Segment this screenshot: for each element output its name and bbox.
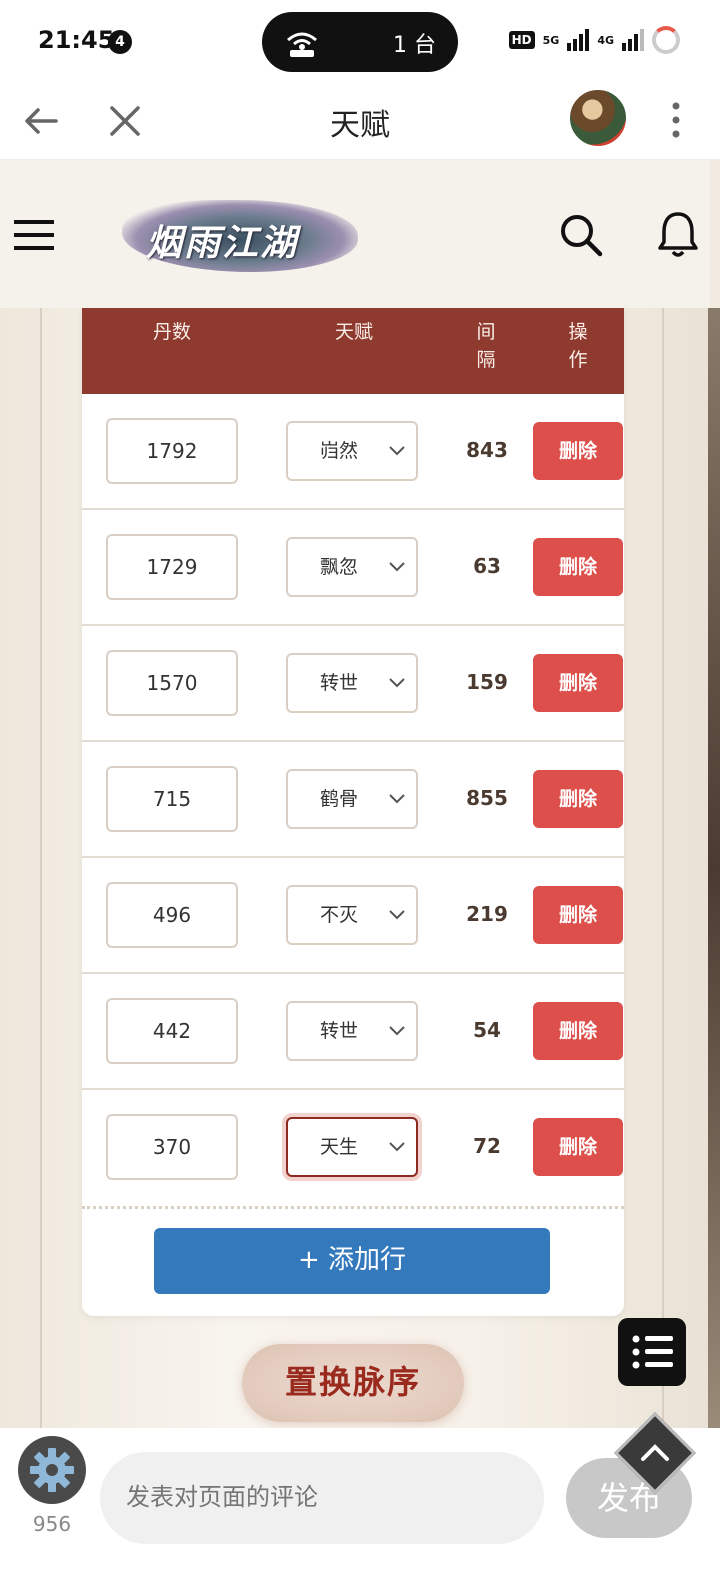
site-logo[interactable]: 烟雨江湖 bbox=[122, 200, 358, 272]
side-image-strip bbox=[708, 308, 720, 1428]
table-row: 1792 岿然 843 删除 bbox=[82, 394, 624, 510]
table-row: 370 天生 72 删除 bbox=[82, 1090, 624, 1206]
talent-select-focused[interactable]: 天生 bbox=[286, 1117, 418, 1177]
comment-bar: 956 发布 bbox=[0, 1411, 720, 1584]
chevron-up-icon bbox=[641, 1444, 669, 1461]
table-row: 715 鹤骨 855 删除 bbox=[82, 742, 624, 858]
talent-table: 丹数 天赋 间隔 操作 1792 岿然 843 删除 1729 飘忽 63 删除… bbox=[82, 308, 624, 1316]
menu-icon[interactable] bbox=[14, 218, 54, 252]
gap-value: 219 bbox=[466, 902, 508, 926]
talent-select[interactable]: 转世 bbox=[286, 1001, 418, 1061]
gear-icon bbox=[30, 1448, 74, 1492]
more-options-icon[interactable] bbox=[664, 98, 688, 142]
clock: 21:45 bbox=[38, 26, 115, 54]
system-indicators: HD 5G 4G bbox=[508, 26, 680, 54]
table-row: 442 转世 54 删除 bbox=[82, 974, 624, 1090]
logo-text: 烟雨江湖 bbox=[146, 222, 299, 264]
talent-select[interactable]: 岿然 bbox=[286, 421, 418, 481]
swap-pulse-order-button[interactable]: 置换脉序 bbox=[242, 1344, 464, 1422]
dan-input[interactable]: 370 bbox=[106, 1114, 238, 1180]
talent-select[interactable]: 飘忽 bbox=[286, 537, 418, 597]
divider bbox=[82, 1206, 624, 1209]
gap-value: 843 bbox=[466, 438, 508, 462]
device-count-label: 1 台 bbox=[393, 33, 436, 58]
gap-value: 159 bbox=[466, 670, 508, 694]
talent-select-value: 岿然 bbox=[320, 440, 359, 462]
app-header: 天赋 bbox=[0, 82, 720, 160]
comment-input[interactable] bbox=[100, 1452, 544, 1544]
chevron-down-icon bbox=[389, 1026, 405, 1036]
column-header-op: 操作 bbox=[568, 321, 588, 371]
avatar[interactable] bbox=[568, 88, 628, 148]
comment-count: 956 bbox=[32, 1512, 72, 1536]
table-row: 1729 飘忽 63 删除 bbox=[82, 510, 624, 626]
table-of-contents-icon[interactable] bbox=[618, 1318, 686, 1386]
dan-input[interactable]: 496 bbox=[106, 882, 238, 948]
gap-value: 63 bbox=[473, 554, 501, 578]
talent-select[interactable]: 不灭 bbox=[286, 885, 418, 945]
chevron-down-icon bbox=[389, 678, 405, 688]
talent-select-value: 转世 bbox=[320, 1020, 359, 1042]
add-row-button[interactable]: + 添加行 bbox=[154, 1228, 550, 1294]
network-4g-label: 4G bbox=[597, 33, 614, 47]
delete-button[interactable]: 删除 bbox=[533, 538, 623, 596]
talent-select[interactable]: 鹤骨 bbox=[286, 769, 418, 829]
talent-select-value: 转世 bbox=[320, 672, 359, 694]
chevron-down-icon bbox=[389, 794, 405, 804]
hd-voice-badge: HD bbox=[508, 31, 535, 49]
status-bar: 21:45 4 1 台 HD 5G 4G bbox=[0, 0, 720, 82]
talent-select-value: 天生 bbox=[320, 1136, 359, 1158]
column-header-gap: 间隔 bbox=[476, 321, 496, 371]
delete-button[interactable]: 删除 bbox=[533, 770, 623, 828]
notification-count-badge: 4 bbox=[108, 30, 132, 54]
gear-button[interactable] bbox=[18, 1436, 86, 1504]
talent-select-value: 不灭 bbox=[320, 904, 359, 926]
chevron-down-icon bbox=[389, 1142, 405, 1152]
signal-4g-icon bbox=[622, 29, 644, 51]
dan-input[interactable]: 442 bbox=[106, 998, 238, 1064]
dan-input[interactable]: 1792 bbox=[106, 418, 238, 484]
delete-button[interactable]: 删除 bbox=[533, 1118, 623, 1176]
delete-button[interactable]: 删除 bbox=[533, 422, 623, 480]
page-content[interactable]: 丹数 天赋 间隔 操作 1792 岿然 843 删除 1729 飘忽 63 删除… bbox=[0, 308, 720, 1428]
network-5g-label: 5G bbox=[542, 33, 560, 47]
bell-icon[interactable] bbox=[656, 210, 700, 260]
battery-icon bbox=[652, 26, 680, 54]
table-row: 1570 转世 159 删除 bbox=[82, 626, 624, 742]
column-header-talent: 天赋 bbox=[334, 321, 373, 343]
signal-5g-icon bbox=[567, 29, 590, 51]
dan-input[interactable]: 1729 bbox=[106, 534, 238, 600]
table-header: 丹数 天赋 间隔 操作 bbox=[82, 308, 624, 394]
dan-input[interactable]: 715 bbox=[106, 766, 238, 832]
dynamic-island[interactable]: 1 台 bbox=[262, 12, 458, 72]
gap-value: 54 bbox=[473, 1018, 501, 1042]
chevron-down-icon bbox=[389, 562, 405, 572]
talent-select[interactable]: 转世 bbox=[286, 653, 418, 713]
talent-select-value: 飘忽 bbox=[320, 556, 359, 578]
delete-button[interactable]: 删除 bbox=[533, 654, 623, 712]
talent-select-value: 鹤骨 bbox=[320, 788, 359, 810]
gap-value: 855 bbox=[466, 786, 508, 810]
gap-value: 72 bbox=[473, 1134, 501, 1158]
delete-button[interactable]: 删除 bbox=[533, 1002, 623, 1060]
site-navbar: 烟雨江湖 bbox=[0, 160, 710, 308]
column-header-dan: 丹数 bbox=[152, 321, 191, 343]
chevron-down-icon bbox=[389, 446, 405, 456]
search-icon[interactable] bbox=[558, 212, 604, 258]
chevron-down-icon bbox=[389, 910, 405, 920]
delete-button[interactable]: 删除 bbox=[533, 886, 623, 944]
table-row: 496 不灭 219 删除 bbox=[82, 858, 624, 974]
dan-input[interactable]: 1570 bbox=[106, 650, 238, 716]
hotspot-icon bbox=[287, 32, 317, 57]
